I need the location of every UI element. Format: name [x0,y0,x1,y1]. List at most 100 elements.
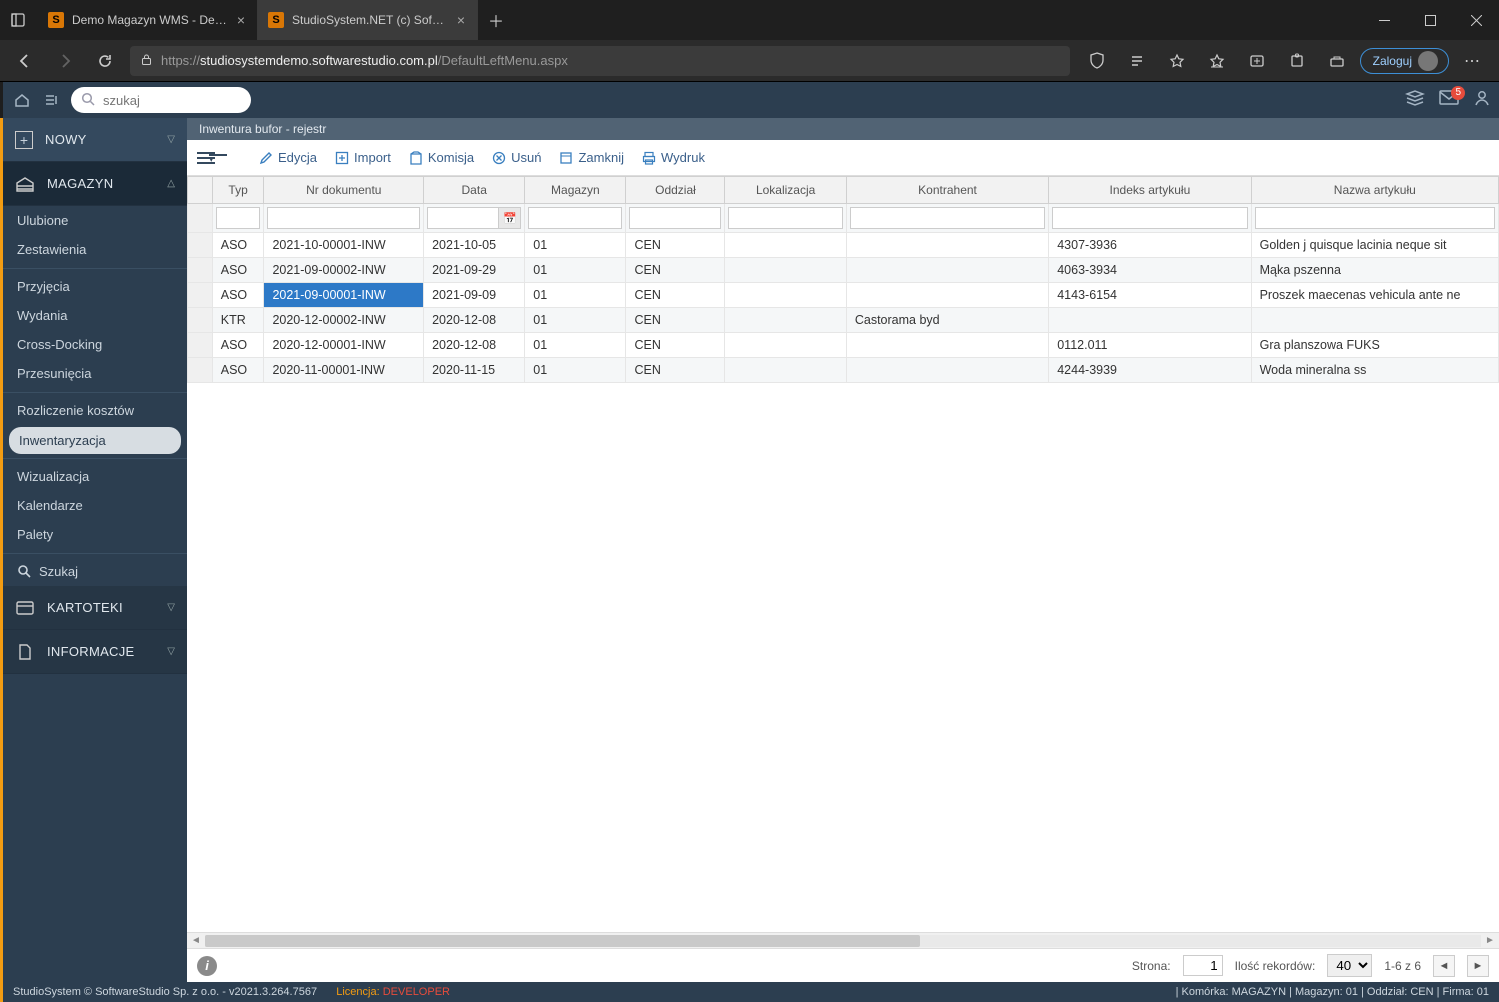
table-row[interactable]: ASO2020-11-00001-INW2020-11-1501CEN 4244-… [188,358,1499,383]
scroll-right-icon[interactable]: ► [1483,935,1497,946]
sidebar-item-ulubione[interactable]: Ulubione [3,206,187,235]
cell-data[interactable]: 2020-12-08 [424,308,525,333]
col-kontrahent[interactable]: Kontrahent [846,177,1048,204]
sidebar-item-rozliczeniekosztw[interactable]: Rozliczenie kosztów [3,392,187,425]
profile-login-button[interactable]: Zaloguj [1360,48,1449,74]
search-box[interactable] [71,87,251,113]
cell-kon[interactable] [846,233,1048,258]
sidebar-item-przyjcia[interactable]: Przyjęcia [3,268,187,301]
cell-lok[interactable] [725,358,846,383]
cell-data[interactable]: 2021-09-29 [424,258,525,283]
tab-actions-button[interactable] [0,13,36,27]
cell-naz[interactable]: Woda mineralna ss [1251,358,1498,383]
cell-typ[interactable]: ASO [212,233,264,258]
filter-data[interactable] [427,207,499,229]
cell-lok[interactable] [725,233,846,258]
home-icon[interactable] [11,89,33,111]
cell-odd[interactable]: CEN [626,358,725,383]
new-tab-button[interactable]: ＋ [478,0,514,40]
cell-nr[interactable]: 2021-09-00002-INW [264,258,424,283]
sidebar-item-palety[interactable]: Palety [3,520,187,549]
sidebar-item-crossdocking[interactable]: Cross-Docking [3,330,187,359]
cell-typ[interactable]: ASO [212,333,264,358]
edit-button[interactable]: Edycja [259,150,317,165]
cell-data[interactable]: 2020-12-08 [424,333,525,358]
cell-idx[interactable]: 4307-3936 [1049,233,1251,258]
tab-close-icon[interactable]: × [235,12,247,28]
cell-nr[interactable]: 2020-11-00001-INW [264,358,424,383]
cell-naz[interactable]: Golden j quisque lacinia neque sit [1251,233,1498,258]
filter-lokalizacja[interactable] [728,207,842,229]
sidebar-section-kartoteki[interactable]: KARTOTEKI ▽ [3,586,187,630]
cell-typ[interactable]: ASO [212,258,264,283]
page-prev-button[interactable]: ◄ [1433,955,1455,977]
sidebar-item-zestawienia[interactable]: Zestawienia [3,235,187,264]
cell-kon[interactable] [846,258,1048,283]
cell-naz[interactable]: Mąka pszenna [1251,258,1498,283]
cell-nr[interactable]: 2021-09-00001-INW [264,283,424,308]
extensions-icon[interactable] [1280,46,1314,76]
sidebar-item-kalendarze[interactable]: Kalendarze [3,491,187,520]
sidebar-item-przesunicia[interactable]: Przesunięcia [3,359,187,388]
sidebar-section-nowy[interactable]: + NOWY ▽ [3,118,187,162]
forward-button[interactable] [50,46,80,76]
table-row[interactable]: ASO2020-12-00001-INW2020-12-0801CEN0112.… [188,333,1499,358]
cell-idx[interactable]: 0112.011 [1049,333,1251,358]
cell-mag[interactable]: 01 [525,233,626,258]
sidebar-section-informacje[interactable]: INFORMACJE ▽ [3,630,187,674]
cell-kon[interactable]: Castorama byd [846,308,1048,333]
filter-nr[interactable] [267,207,420,229]
performance-icon[interactable] [1320,46,1354,76]
cell-data[interactable]: 2020-11-15 [424,358,525,383]
col-data[interactable]: Data [424,177,525,204]
cell-typ[interactable]: ASO [212,358,264,383]
back-button[interactable] [10,46,40,76]
grid-menu-button[interactable]: ▾ [195,148,217,168]
filter-typ[interactable] [216,207,261,229]
sidebar-section-magazyn[interactable]: MAGAZYN △ [3,162,187,206]
cell-kon[interactable] [846,333,1048,358]
cell-kon[interactable] [846,358,1048,383]
cell-nr[interactable]: 2021-10-00001-INW [264,233,424,258]
filter-magazyn[interactable] [528,207,622,229]
cell-odd[interactable]: CEN [626,283,725,308]
tracking-icon[interactable] [1080,46,1114,76]
window-maximize-button[interactable] [1407,0,1453,40]
filter-oddzial[interactable] [629,207,721,229]
cell-mag[interactable]: 01 [525,358,626,383]
close-button[interactable]: Zamknij [559,150,624,165]
cell-lok[interactable] [725,308,846,333]
info-icon[interactable]: i [197,956,217,976]
cell-lok[interactable] [725,283,846,308]
sidebar-item-szukaj[interactable]: Szukaj [3,553,187,586]
horizontal-scrollbar[interactable]: ◄ ► [187,932,1499,948]
cell-idx[interactable]: 4244-3939 [1049,358,1251,383]
filter-nazwa[interactable] [1255,207,1495,229]
cell-naz[interactable]: Proszek maecenas vehicula ante ne [1251,283,1498,308]
cell-idx[interactable] [1049,308,1251,333]
col-magazyn[interactable]: Magazyn [525,177,626,204]
tab-close-icon[interactable]: × [455,12,467,28]
collections-icon[interactable] [1240,46,1274,76]
cell-nr[interactable]: 2020-12-00002-INW [264,308,424,333]
favorites-hub-icon[interactable] [1200,46,1234,76]
table-row[interactable]: ASO2021-09-00002-INW2021-09-2901CEN4063-… [188,258,1499,283]
sidebar-item-inwentaryzacja[interactable]: Inwentaryzacja [9,427,181,454]
cell-idx[interactable]: 4063-3934 [1049,258,1251,283]
page-size-select[interactable]: 40 [1327,954,1372,977]
print-button[interactable]: Wydruk [642,150,705,165]
menu-toggle-icon[interactable] [41,89,63,111]
search-input[interactable] [103,93,241,108]
cell-mag[interactable]: 01 [525,308,626,333]
favorite-icon[interactable] [1160,46,1194,76]
page-input[interactable] [1183,955,1223,976]
komisja-button[interactable]: Komisja [409,150,474,165]
cell-lok[interactable] [725,258,846,283]
col-typ[interactable]: Typ [212,177,264,204]
window-minimize-button[interactable] [1361,0,1407,40]
filter-kontrahent[interactable] [850,207,1045,229]
cell-odd[interactable]: CEN [626,333,725,358]
reload-button[interactable] [90,46,120,76]
table-row[interactable]: ASO2021-10-00001-INW2021-10-0501CEN4307-… [188,233,1499,258]
reader-icon[interactable] [1120,46,1154,76]
